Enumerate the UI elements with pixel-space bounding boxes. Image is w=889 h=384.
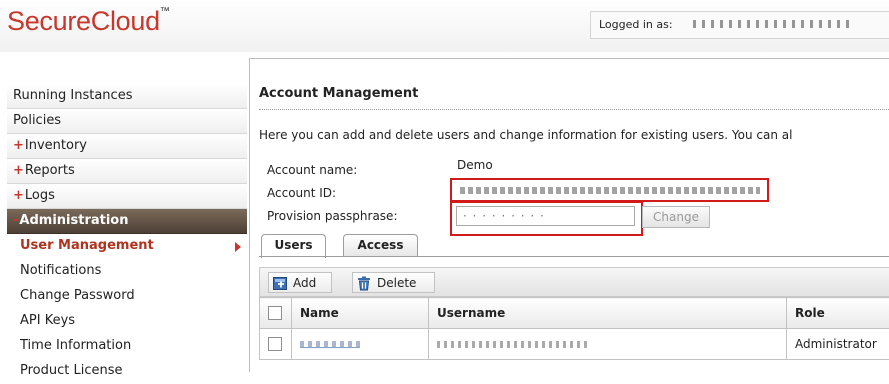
select-all-cell	[260, 298, 292, 329]
column-header-name[interactable]: Name	[292, 298, 429, 329]
subitem-notifications[interactable]: Notifications	[7, 259, 247, 284]
username-cell	[429, 329, 787, 360]
subitem-api-keys[interactable]: API Keys	[7, 309, 247, 334]
sidebar: Running Instances Policies +Inventory +R…	[7, 84, 247, 384]
sidebar-item-running-instances[interactable]: Running Instances	[7, 84, 247, 109]
sidebar-item-inventory[interactable]: +Inventory	[7, 134, 247, 159]
active-arrow-icon	[235, 242, 241, 252]
expand-icon: +	[13, 188, 24, 203]
collapse-icon: -	[13, 213, 18, 228]
account-name-value: Demo	[457, 158, 493, 172]
column-header-username[interactable]: Username	[429, 298, 787, 329]
expand-icon: +	[13, 163, 24, 178]
top-banner: SecureCloud™ Logged in as:	[0, 0, 889, 52]
sidebar-item-administration[interactable]: -Administration	[7, 209, 247, 234]
sidebar-item-reports[interactable]: +Reports	[7, 159, 247, 184]
change-button[interactable]: Change	[642, 206, 710, 228]
tab-divider	[259, 256, 889, 257]
title-divider	[259, 109, 889, 110]
tab-access[interactable]: Access	[343, 234, 418, 256]
name-cell	[292, 329, 429, 360]
delete-button[interactable]: Delete	[352, 272, 435, 293]
sidebar-item-policies[interactable]: Policies	[7, 109, 247, 134]
intro-text: Here you can add and delete users and ch…	[259, 128, 792, 142]
redacted-username	[437, 341, 587, 348]
trash-icon	[357, 276, 371, 297]
add-user-icon	[273, 276, 287, 296]
add-button[interactable]: Add	[268, 272, 332, 293]
account-name-label: Account name:	[267, 163, 357, 177]
table-header-row: Name Username Role	[260, 298, 889, 329]
app-logo: SecureCloud™	[7, 6, 170, 37]
subitem-time-information[interactable]: Time Information	[7, 334, 247, 359]
grid-toolbar: Add Delete	[259, 267, 889, 297]
passphrase-label: Provision passphrase:	[267, 209, 397, 223]
redacted-user-name-link[interactable]	[300, 341, 360, 348]
role-cell: Administrator	[787, 329, 889, 360]
subitem-change-password[interactable]: Change Password	[7, 284, 247, 309]
passphrase-highlight: · · · · · · · · ·	[450, 201, 643, 236]
table-row: Administrator	[260, 329, 889, 360]
page-title: Account Management	[259, 86, 418, 101]
column-header-role[interactable]: Role	[787, 298, 889, 329]
row-select-cell	[260, 329, 292, 360]
expand-icon: +	[13, 138, 24, 153]
row-checkbox[interactable]	[268, 337, 282, 351]
passphrase-field[interactable]: · · · · · · · · ·	[456, 206, 635, 226]
users-table: Name Username Role Administrator	[259, 297, 889, 360]
select-all-checkbox[interactable]	[268, 306, 282, 320]
logged-in-label: Logged in as:	[599, 18, 673, 31]
redacted-account-id	[460, 187, 760, 194]
login-status: Logged in as:	[590, 11, 889, 39]
tab-users[interactable]: Users	[261, 234, 326, 258]
sidebar-item-logs[interactable]: +Logs	[7, 184, 247, 209]
subitem-product-license[interactable]: Product License	[7, 359, 247, 384]
account-id-label: Account ID:	[267, 186, 336, 200]
main-content: Account Management Here you can add and …	[249, 58, 889, 372]
redacted-user-email	[693, 20, 853, 28]
subitem-user-management[interactable]: User Management	[7, 234, 247, 259]
account-id-highlight	[450, 178, 769, 202]
